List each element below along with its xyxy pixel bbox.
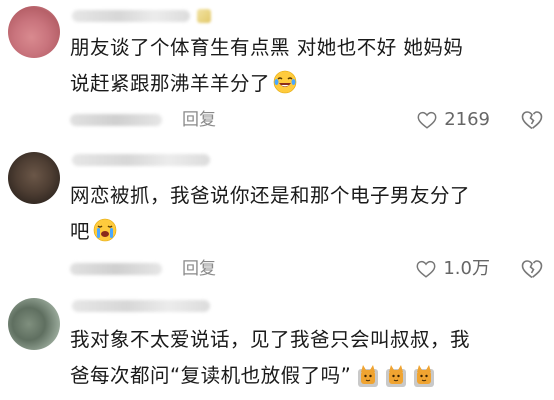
broken-heart-icon[interactable] (520, 257, 544, 281)
reply-button[interactable]: 回复 (182, 108, 216, 132)
comment-text: 朋友谈了个体育生有点黑 对她也不好 她妈妈 说赶紧跟那沸羊羊分了 (70, 30, 524, 102)
broken-heart-icon[interactable] (520, 108, 544, 132)
like-count: 2169 (444, 109, 490, 130)
comment-line: 我对象不太爱说话，见了我爸只会叫叔叔，我 (70, 328, 471, 351)
crying-emoji-icon (93, 218, 117, 242)
avatar[interactable] (8, 152, 60, 204)
comment-3: 我对象不太爱说话，见了我爸只会叫叔叔，我 爸每次都问“复读机也放假了吗” (0, 290, 554, 400)
username[interactable] (72, 154, 210, 166)
comment-meta: 回复 1.0万 (70, 257, 554, 281)
avatar[interactable] (8, 298, 60, 350)
comment-line: 朋友谈了个体育生有点黑 对她也不好 她妈妈 (70, 36, 464, 59)
comment-text: 我对象不太爱说话，见了我爸只会叫叔叔，我 爸每次都问“复读机也放假了吗” (70, 322, 524, 394)
like-button[interactable]: 2169 (416, 108, 490, 132)
laugh-cry-emoji-icon (273, 70, 297, 94)
comment-line: 说赶紧跟那沸羊羊分了 (70, 72, 271, 95)
username[interactable] (72, 300, 210, 312)
cat-sticker-icon (386, 365, 407, 387)
comment-1: 朋友谈了个体育生有点黑 对她也不好 她妈妈 说赶紧跟那沸羊羊分了 回复 2169 (0, 0, 554, 140)
user-badge (197, 9, 211, 23)
timestamp (70, 114, 162, 126)
timestamp (70, 263, 162, 275)
comment-text: 网恋被抓，我爸说你还是和那个电子男友分了 吧 (70, 178, 524, 250)
cat-sticker-icon (414, 365, 435, 387)
heart-icon (416, 260, 436, 278)
reply-button[interactable]: 回复 (182, 257, 216, 281)
avatar[interactable] (8, 6, 60, 58)
comment-2: 网恋被抓，我爸说你还是和那个电子男友分了 吧 回复 1.0万 (0, 140, 554, 280)
like-button[interactable]: 1.0万 (415, 257, 490, 281)
comment-line: 爸每次都问“复读机也放假了吗” (70, 364, 352, 387)
username[interactable] (72, 10, 190, 22)
heart-icon (417, 111, 437, 129)
comment-line: 吧 (70, 220, 91, 243)
cat-sticker-icon (358, 365, 379, 387)
like-count: 1.0万 (443, 258, 490, 279)
comment-meta: 回复 2169 (70, 108, 554, 132)
comment-line: 网恋被抓，我爸说你还是和那个电子男友分了 (70, 184, 471, 207)
